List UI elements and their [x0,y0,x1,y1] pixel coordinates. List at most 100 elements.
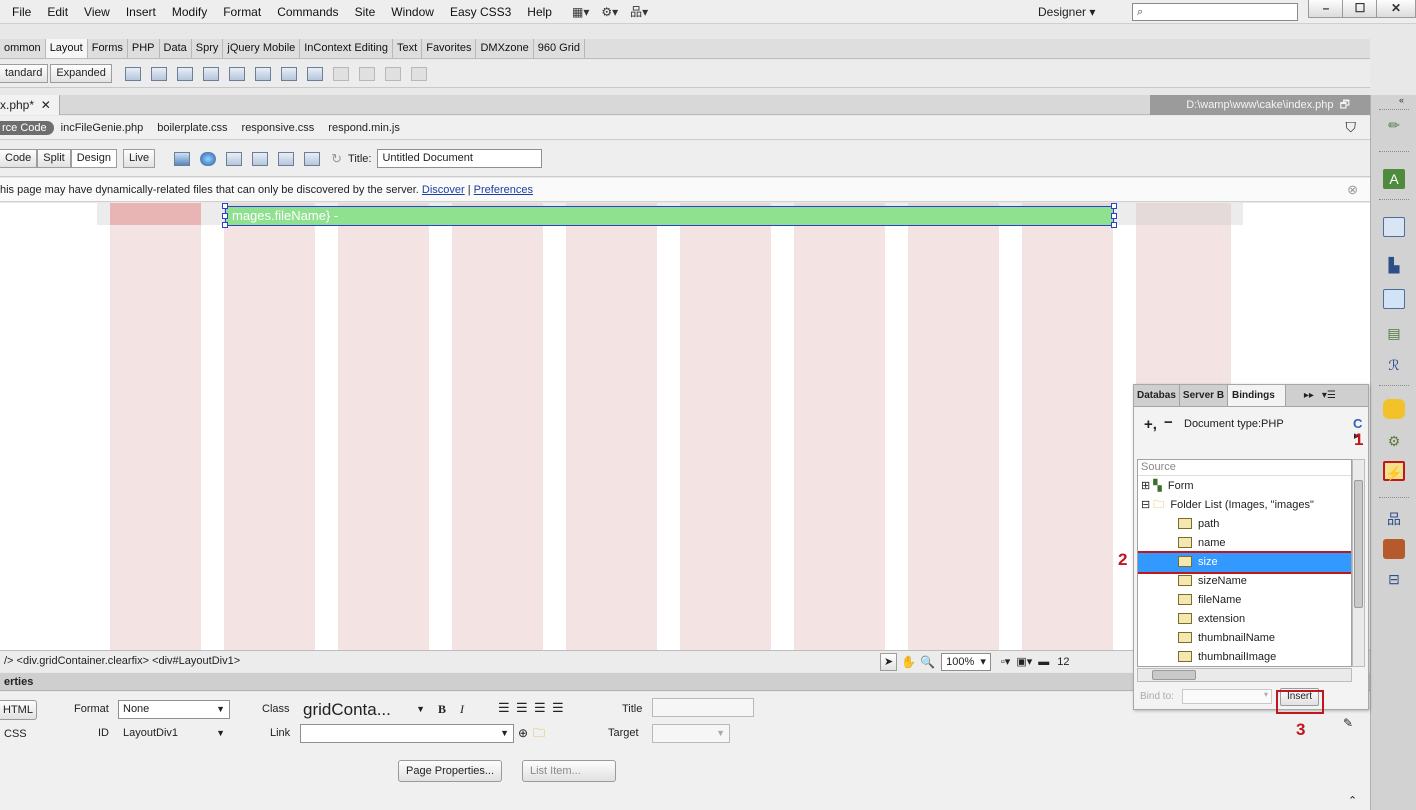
close-info-icon[interactable]: ⊗ [1347,178,1358,202]
files-icon[interactable]: 品 [1383,509,1405,529]
split-view-button[interactable]: Split [37,149,71,168]
preferences-link[interactable]: Preferences [474,184,533,196]
menu-help[interactable]: Help [519,0,560,24]
menu-view[interactable]: View [76,0,118,24]
ap-div-icon[interactable] [150,66,167,81]
assets-icon[interactable] [1383,289,1405,309]
bold-button[interactable]: B [438,700,446,719]
table-icon[interactable] [306,66,323,81]
tree-item-name[interactable]: name [1138,534,1351,553]
tab-dmxzone[interactable]: DMXzone [476,39,534,58]
scroll-thumb[interactable] [1354,480,1363,608]
iframe-icon[interactable] [384,66,401,81]
spry-tabbed-icon[interactable] [228,66,245,81]
bind-to-select[interactable]: ▾ [1182,689,1272,704]
tab-forms[interactable]: Forms [88,39,128,58]
w3c-validation-icon[interactable] [252,151,269,166]
resize-handle[interactable] [1111,203,1117,209]
design-view-button[interactable]: Design [70,149,117,168]
tree-item-filename[interactable]: fileName [1138,591,1351,610]
inspect-icon[interactable]: ℛ [1383,355,1405,375]
tree-item-size[interactable]: size [1138,551,1351,574]
hand-tool-icon[interactable]: ✋ [901,652,916,673]
tab-databases[interactable]: Databas [1134,385,1180,406]
menu-file[interactable]: File [0,0,39,24]
menu-commands[interactable]: Commands [269,0,346,24]
spry-collapsible-icon[interactable] [280,66,297,81]
mobile-size-icon[interactable]: ▫▾ [1001,652,1010,673]
point-to-file-icon[interactable]: ⊕ [518,724,528,743]
related-file[interactable]: boilerplate.css [150,122,234,134]
title-prop-input[interactable] [652,698,754,717]
indent-icon[interactable]: ☰ [552,698,564,717]
bindings-tree[interactable]: Source ⊞ ▚ Form ⊟ 🗀 Folder List (Images,… [1137,459,1352,667]
add-binding-button[interactable]: +, [1144,416,1157,433]
file-management-icon[interactable] [226,151,243,166]
tab-jquery-mobile[interactable]: jQuery Mobile [223,39,301,58]
dynamic-text-placeholder[interactable]: mages.fileName} - [225,206,1114,226]
workspace-switcher[interactable]: Designer ▾ [1032,3,1101,21]
collapse-dock-icon[interactable]: « [1399,95,1404,105]
menu-easy-css3[interactable]: Easy CSS3 [442,0,519,24]
tab-server-behaviors[interactable]: Server B [1180,385,1229,406]
expanded-button[interactable]: Expanded [50,64,112,83]
tree-item-path[interactable]: path [1138,515,1351,534]
restore-icon[interactable]: 🗗 [1340,99,1350,111]
link-input[interactable]: ▼ [300,724,514,743]
resize-handle[interactable] [222,213,228,219]
behaviors-icon[interactable] [1383,217,1405,237]
menu-window[interactable]: Window [383,0,442,24]
multiscreen-icon[interactable] [174,151,191,166]
menu-format[interactable]: Format [215,0,269,24]
panel-menu-icon[interactable]: ▾☰ [1322,390,1336,401]
search-input[interactable]: ⌕ [1132,3,1298,21]
fluid-grid-icon[interactable] [176,66,193,81]
css-mode-button[interactable]: CSS [4,725,27,744]
extend-gear-icon[interactable]: ⚙▾ [595,0,624,24]
list-item-button[interactable]: List Item... [522,760,616,782]
horizontal-scrollbar[interactable] [1137,668,1352,682]
tab-layout[interactable]: Layout [45,39,88,58]
maximize-button[interactable]: ☐ [1342,0,1378,18]
minimize-button[interactable]: – [1308,0,1344,18]
assets-briefcase-icon[interactable] [1383,539,1405,559]
tab-text[interactable]: Text [393,39,423,58]
tag-path[interactable]: /> <div.gridContainer.clearfix> <div#Lay… [0,655,240,667]
tab-php[interactable]: PHP [128,39,160,58]
menu-site[interactable]: Site [347,0,384,24]
filter-icon[interactable]: ⛉ [1346,119,1357,136]
related-file[interactable]: responsive.css [235,122,322,134]
related-file[interactable]: incFileGenie.php [54,122,151,134]
spry-accordion-icon[interactable] [254,66,271,81]
tab-bindings[interactable]: Bindings [1228,385,1286,406]
source-code-button[interactable]: rce Code [0,120,54,135]
tree-item-form[interactable]: ⊞ ▚ Form [1138,477,1351,496]
tablet-size-icon[interactable]: ▣▾ [1016,652,1032,673]
tree-item-sizename[interactable]: sizeName [1138,572,1351,591]
visual-aids-icon[interactable] [304,151,321,166]
target-select[interactable]: ▼ [652,724,730,743]
close-tab-icon[interactable]: ✕ [41,98,51,112]
tab-spry[interactable]: Spry [192,39,224,58]
menu-insert[interactable]: Insert [118,0,164,24]
remove-binding-button[interactable]: − [1164,414,1173,431]
html-mode-button[interactable]: HTML [0,700,37,720]
desktop-size-icon[interactable]: ▬ [1038,652,1049,673]
close-button[interactable]: ✕ [1376,0,1416,18]
standard-button[interactable]: tandard [0,64,49,83]
expand-icon[interactable]: ⊞ [1141,480,1150,492]
select-tool-icon[interactable]: ➤ [880,653,898,671]
ordered-list-icon[interactable]: ☰ [516,698,528,717]
tree-item-thumbnailimage[interactable]: thumbnailImage [1138,648,1351,666]
document-tab[interactable]: x.php* ✕ [0,95,60,115]
zoom-tool-icon[interactable]: 🔍 [920,652,935,673]
resize-handle[interactable] [222,203,228,209]
tab-960-grid[interactable]: 960 Grid [534,39,585,58]
bindings-icon[interactable]: ⚡ [1383,461,1405,481]
site-icon[interactable]: 品▾ [624,0,654,24]
spry-menu-icon[interactable] [202,66,219,81]
resize-handle[interactable] [1111,213,1117,219]
refresh-icon[interactable]: ↻ [331,151,342,167]
insert-row-icon[interactable] [332,66,349,81]
format-select[interactable]: None ▼ [118,700,230,719]
